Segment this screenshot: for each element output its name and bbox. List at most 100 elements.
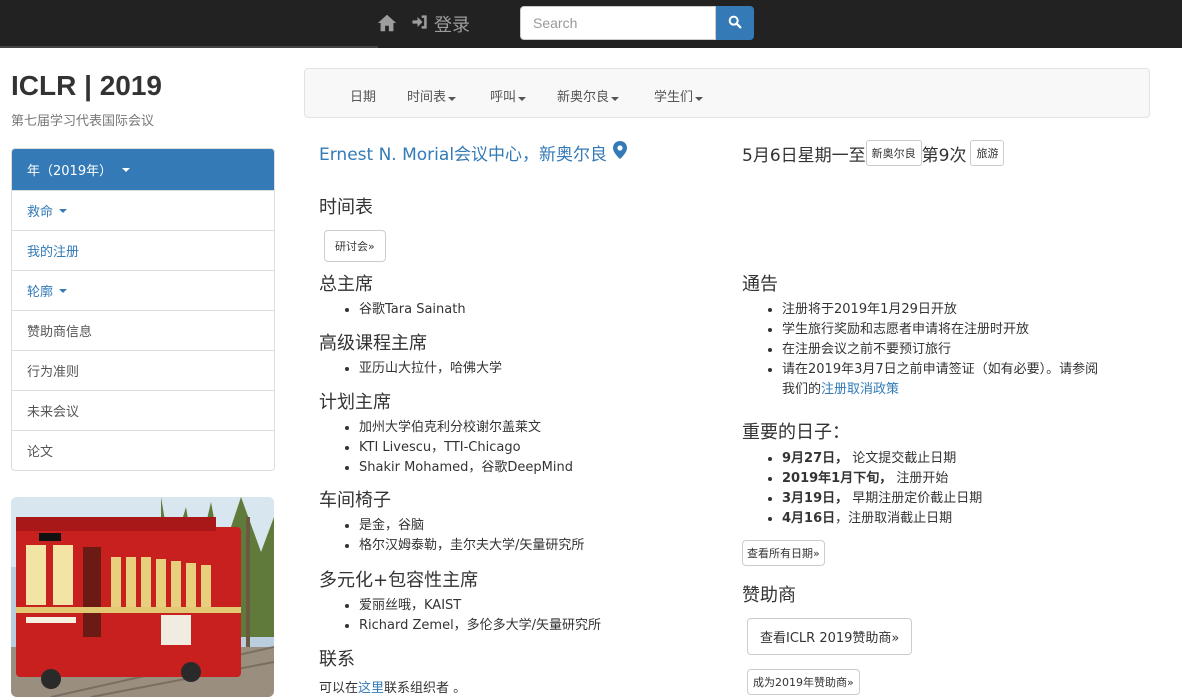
sidebar-nav: 年（2019年） 救命 我的注册 轮廓 赞助商信息 行为准则 未来会议 论文 [11,148,275,471]
contact-suffix: 联系组织者 。 [384,681,467,696]
general-chair-heading: 总主席 [319,274,373,295]
workshop-chairs-heading: 车间椅子 [319,490,391,511]
list-item: 格尔汉姆泰勒，圭尔夫大学/矢量研究所 [359,536,584,556]
login-link[interactable]: 登录 [410,11,470,37]
schedule-heading: 时间表 [319,197,373,218]
venue-link[interactable]: Ernest N. Morial会议中心，新奥尔良 [319,140,628,165]
top-navbar: 登录 [0,0,1182,48]
announcements-heading: 通告 [742,274,778,295]
diversity-chairs-heading: 多元化+包容性主席 [319,570,479,591]
caret-down-icon [122,167,131,172]
menu-item-new-orleans[interactable]: 新奥尔良 [557,86,620,105]
senior-program-chair-heading: 高级课程主席 [319,333,427,354]
sidebar-item-code-of-conduct[interactable]: 行为准则 [12,350,274,390]
contact-heading: 联系 [319,649,355,670]
main-menu: 日期 时间表 呼叫 新奥尔良 学生们 [304,68,1150,118]
sidebar-item-papers[interactable]: 论文 [12,430,274,470]
senior-program-chair-list: 亚历山大拉什，哈佛大学 [319,359,502,379]
all-dates-button[interactable]: 查看所有日期» [742,540,825,566]
site-title[interactable]: ICLR | 2019 [11,70,162,102]
home-icon[interactable] [376,12,398,34]
list-item: 3月19日， 早期注册定价截止日期 [782,489,982,509]
new-orleans-tag[interactable]: 新奥尔良 [865,140,922,166]
list-item: 9月27日， 论文提交截止日期 [782,449,982,469]
list-item: 爱丽丝哦，KAIST [359,596,601,616]
important-dates-heading: 重要的日子： [742,422,850,443]
caret-down-icon [518,97,527,101]
list-item: 加州大学伯克利分校谢尔盖莱文 [359,418,573,438]
menu-item-label: 新奥尔良 [557,90,610,105]
search-input[interactable] [520,6,716,40]
caret-down-icon [695,97,704,101]
menu-item-students[interactable]: 学生们 [654,86,704,105]
date-desc: ，注册取消截止日期 [835,511,953,526]
list-item: 是金，谷脑 [359,516,584,536]
list-item: 谷歌Tara Sainath [359,300,466,320]
menu-item-schedule[interactable]: 时间表 [407,86,457,105]
tour-tag[interactable]: 旅游 [970,140,1005,166]
sidebar-item-label: 论文 [27,445,54,460]
list-item: 请在2019年3月7日之前申请签证（如有必要）。请参阅 我们的注册取消政策 [782,360,1182,400]
general-chair-list: 谷歌Tara Sainath [319,300,466,320]
menu-item-label: 学生们 [654,90,694,105]
become-sponsor-button[interactable]: 成为2019年赞助商» [747,669,860,695]
caret-down-icon [448,97,457,101]
list-item: 4月16日，注册取消截止日期 [782,509,982,529]
sidebar-item-label: 赞助商信息 [27,325,93,340]
login-label: 登录 [434,15,470,36]
date-desc: 论文提交截止日期 [848,451,957,466]
cancellation-policy-link[interactable]: 注册取消政策 [821,382,899,397]
menu-item-label: 时间表 [407,90,447,105]
sidebar-item-label: 救命 [27,205,54,220]
sidebar-item-label: 未来会议 [27,405,80,420]
sidebar-item-label: 我的注册 [27,245,80,260]
streetcar-photo [11,497,274,697]
workshop-button[interactable]: 研讨会» [324,230,386,262]
sponsors-heading: 赞助商 [742,585,796,606]
sidebar-item-help[interactable]: 救命 [12,190,274,230]
date-label: 3月19日， [782,491,849,506]
venue-text: Ernest N. Morial会议中心，新奥尔良 [319,145,608,165]
list-item: 2019年1月下旬， 注册开始 [782,469,982,489]
sidebar-item-label: 轮廓 [27,285,54,300]
menu-item-calls[interactable]: 呼叫 [490,86,527,105]
sidebar-item-label: 行为准则 [27,365,80,380]
sidebar-item-sponsor-info[interactable]: 赞助商信息 [12,310,274,350]
important-dates-list: 9月27日， 论文提交截止日期 2019年1月下旬， 注册开始 3月19日， 早… [742,449,982,529]
search-button[interactable] [716,6,754,40]
menu-item-dates[interactable]: 日期 [350,86,376,105]
caret-down-icon [59,208,68,213]
list-item: 学生旅行奖励和志愿者申请将在注册时开放 [782,320,1182,340]
workshop-chairs-list: 是金，谷脑 格尔汉姆泰勒，圭尔夫大学/矢量研究所 [319,516,584,556]
caret-down-icon [611,97,620,101]
policy-prefix: 我们的 [782,382,822,397]
sidebar-item-my-registration[interactable]: 我的注册 [12,230,274,270]
sidebar-item-label: 年（2019年） [27,164,113,179]
contact-link[interactable]: 这里 [358,681,384,696]
date-text-1: 5月6日星期一至 [742,145,866,166]
sign-in-icon [410,12,430,37]
view-sponsors-button[interactable]: 查看ICLR 2019赞助商» [747,618,913,655]
contact-text: 可以在这里联系组织者 。 [319,677,466,696]
search-form [520,6,754,40]
site-subtitle: 第七届学习代表国际会议 [11,114,155,129]
diversity-chairs-list: 爱丽丝哦，KAIST Richard Zemel，多伦多大学/矢量研究所 [319,596,601,636]
program-chairs-list: 加州大学伯克利分校谢尔盖莱文 KTI Livescu，TTI-Chicago S… [319,418,573,478]
announcements-list: 注册将于2019年1月29日开放 学生旅行奖励和志愿者申请将在注册时开放 在注册… [742,300,1182,400]
visa-text: 请在2019年3月7日之前申请签证（如有必要）。请参阅 [782,362,1099,377]
menu-item-label: 呼叫 [490,90,517,105]
date-line: 5月6日星期一至 新奥尔良 第9次 旅游 [742,140,1005,166]
sidebar-item-profile[interactable]: 轮廓 [12,270,274,310]
navbar-underline [0,46,378,48]
sidebar-item-year[interactable]: 年（2019年） [12,149,274,190]
date-label: 9月27日， [782,451,849,466]
date-text-2: 第9次 [921,145,967,166]
program-chairs-heading: 计划主席 [319,392,391,413]
date-desc: 注册开始 [892,471,949,486]
sidebar-item-future-meetings[interactable]: 未来会议 [12,390,274,430]
list-item: 注册将于2019年1月29日开放 [782,300,1182,320]
list-item: 在注册会议之前不要预订旅行 [782,340,1182,360]
list-item: 亚历山大拉什，哈佛大学 [359,359,502,379]
list-item: Richard Zemel，多伦多大学/矢量研究所 [359,616,601,636]
search-icon [727,14,743,33]
